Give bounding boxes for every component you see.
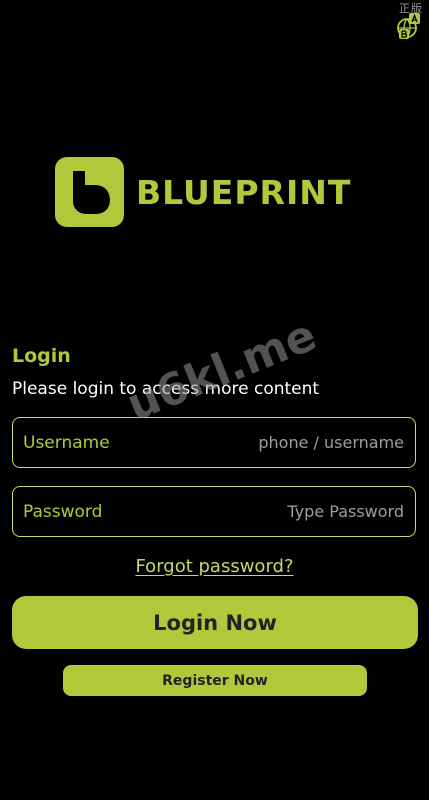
register-button[interactable]: Register Now [63,665,367,696]
brand-logo: BLUEPRINT [55,157,351,227]
username-input[interactable] [202,432,406,453]
brand-name: BLUEPRINT [136,172,352,212]
translate-icon[interactable] [395,12,423,40]
password-field[interactable]: Password [12,486,416,537]
password-input[interactable] [202,501,406,522]
username-field[interactable]: Username [12,417,416,468]
login-subtitle: Please login to access more content [12,379,320,399]
forgot-password-link[interactable]: Forgot password? [135,556,293,577]
watermark: u6kl.me [120,309,324,432]
corner-badge: 正版 [385,0,425,42]
forgot-password-row: Forgot password? [0,556,429,577]
login-heading: Login [12,345,71,367]
password-label: Password [23,501,103,522]
blueprint-logo-icon [55,157,124,227]
login-button[interactable]: Login Now [12,596,418,649]
username-label: Username [23,432,110,453]
